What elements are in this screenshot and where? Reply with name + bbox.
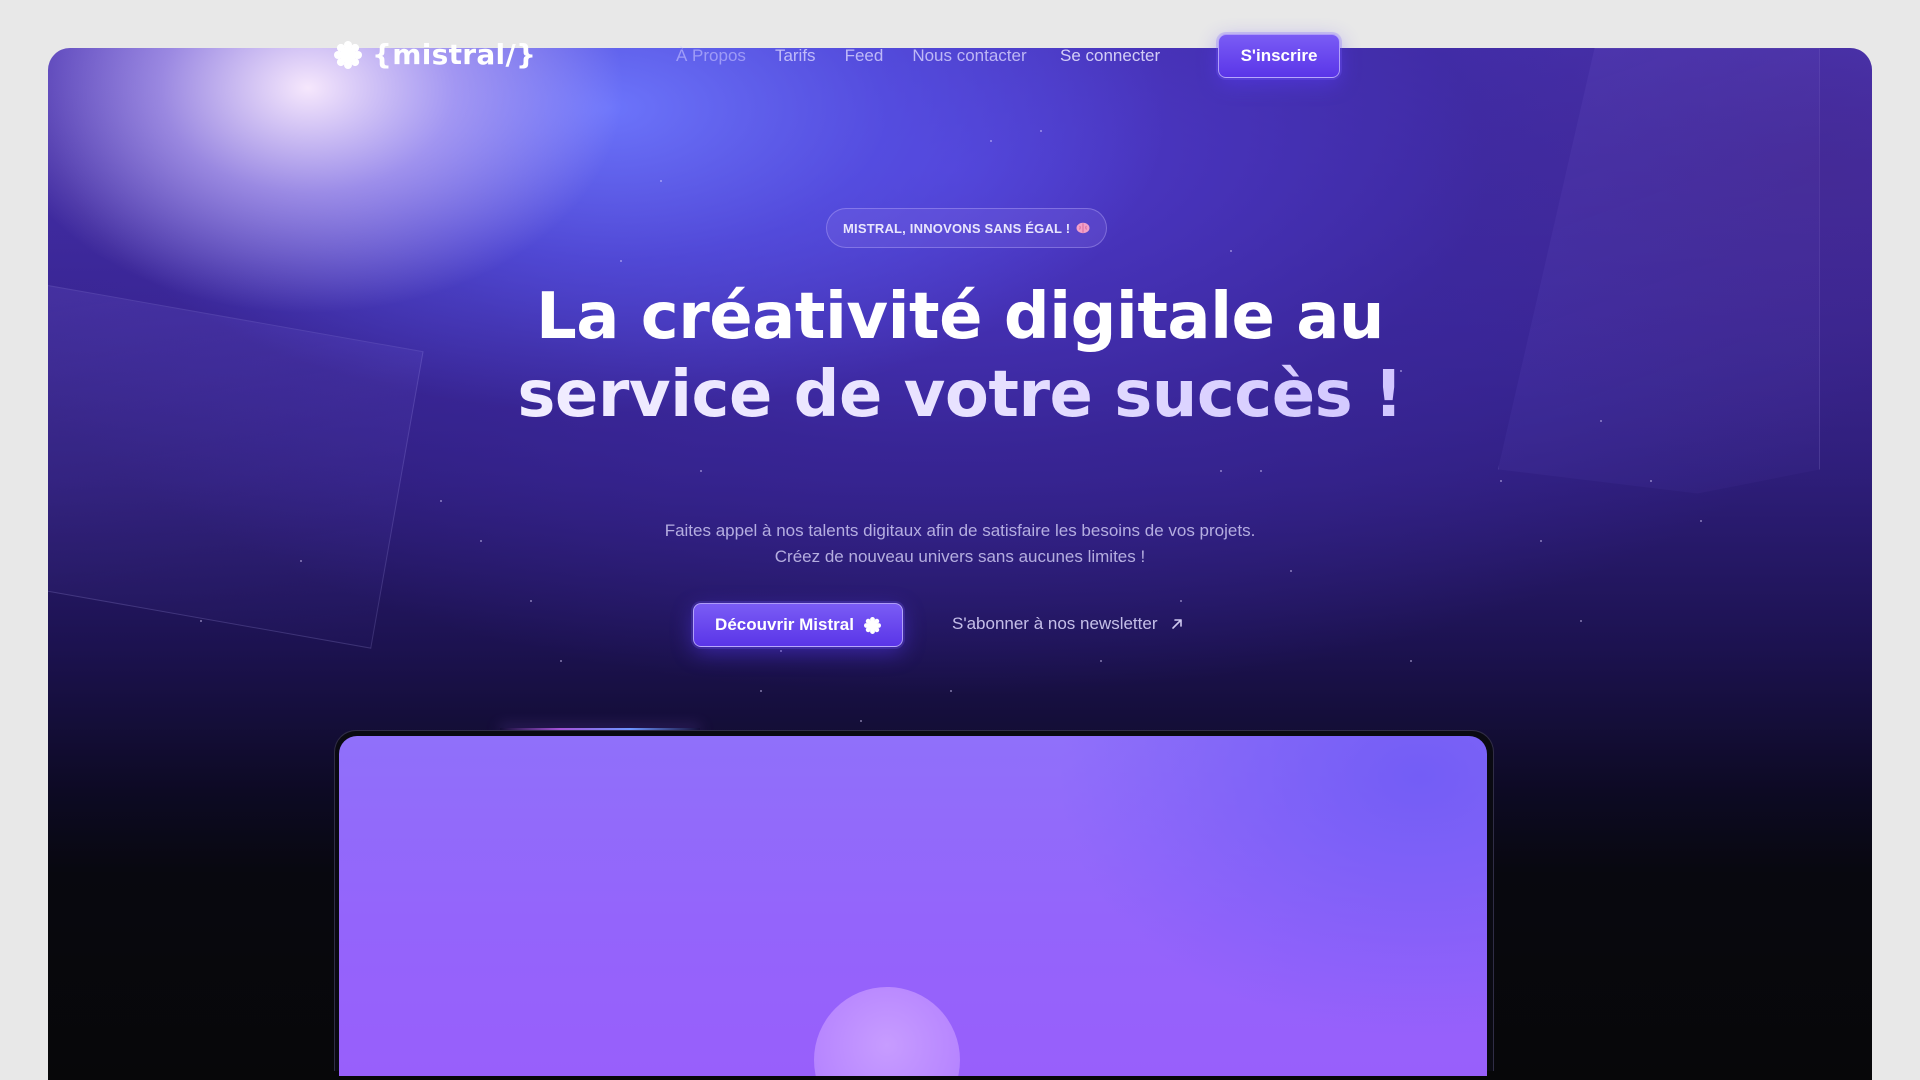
login-link[interactable]: Se connecter xyxy=(1060,46,1160,66)
star-dot xyxy=(1230,250,1232,252)
star-dot xyxy=(1040,130,1042,132)
top-navigation: {mistral/} À Propos Tarifs Feed Nous con… xyxy=(334,34,1540,80)
star-dot xyxy=(660,180,662,182)
burst-icon xyxy=(863,616,881,634)
star-dot xyxy=(440,500,442,502)
star-dot xyxy=(1220,470,1222,472)
brand-name: {mistral/} xyxy=(372,38,537,71)
hero-subtitle: Faites appel à nos talents digitaux afin… xyxy=(460,518,1460,570)
star-dot xyxy=(1180,600,1182,602)
preview-window-screen xyxy=(339,736,1487,1076)
star-dot xyxy=(1650,480,1652,482)
star-dot xyxy=(300,560,302,562)
signup-button[interactable]: S'inscrire xyxy=(1218,34,1340,78)
brand-logo[interactable]: {mistral/} xyxy=(334,38,536,71)
star-dot xyxy=(1700,520,1702,522)
star-dot xyxy=(1290,570,1292,572)
hero-title: La créativité digitale au service de vot… xyxy=(360,278,1560,434)
nav-links: À Propos Tarifs Feed Nous contacter xyxy=(676,46,1027,66)
newsletter-label: S'abonner à nos newsletter xyxy=(952,614,1158,633)
newsletter-link[interactable]: S'abonner à nos newsletter xyxy=(952,614,1184,634)
star-dot xyxy=(1540,540,1542,542)
hero-title-line-1: La créativité digitale au xyxy=(536,280,1384,354)
preview-circle xyxy=(814,987,960,1076)
hero-subtitle-line-1: Faites appel à nos talents digitaux afin… xyxy=(664,521,1256,540)
star-dot xyxy=(530,600,532,602)
burst-icon xyxy=(334,40,362,69)
brain-icon xyxy=(1076,222,1090,234)
star-dot xyxy=(700,470,702,472)
nav-link-a-propos[interactable]: À Propos xyxy=(676,46,746,66)
discover-mistral-label: Découvrir Mistral xyxy=(715,615,854,634)
star-dot xyxy=(760,690,762,692)
star-dot xyxy=(620,260,622,262)
star-dot xyxy=(780,650,782,652)
star-dot xyxy=(1410,660,1412,662)
star-dot xyxy=(950,690,952,692)
star-dot xyxy=(1600,420,1602,422)
star-dot xyxy=(1500,480,1502,482)
hero-badge-text: MISTRAL, INNOVONS SANS ÉGAL ! xyxy=(843,220,1071,236)
star-dot xyxy=(1260,470,1262,472)
discover-mistral-button[interactable]: Découvrir Mistral xyxy=(693,603,903,647)
hero-title-line-2: service de votre succès ! xyxy=(360,356,1560,434)
hero-badge: MISTRAL, INNOVONS SANS ÉGAL ! xyxy=(826,208,1108,248)
star-dot xyxy=(560,660,562,662)
star-dot xyxy=(860,720,862,722)
nav-link-nous-contacter[interactable]: Nous contacter xyxy=(912,46,1026,66)
star-dot xyxy=(1100,660,1102,662)
nav-link-tarifs[interactable]: Tarifs xyxy=(775,46,816,66)
nav-link-feed[interactable]: Feed xyxy=(845,46,884,66)
star-dot xyxy=(200,620,202,622)
arrow-up-right-icon xyxy=(1171,619,1182,629)
star-dot xyxy=(1580,620,1582,622)
star-dot xyxy=(990,140,992,142)
hero-subtitle-line-2: Créez de nouveau univers sans aucunes li… xyxy=(774,547,1146,566)
